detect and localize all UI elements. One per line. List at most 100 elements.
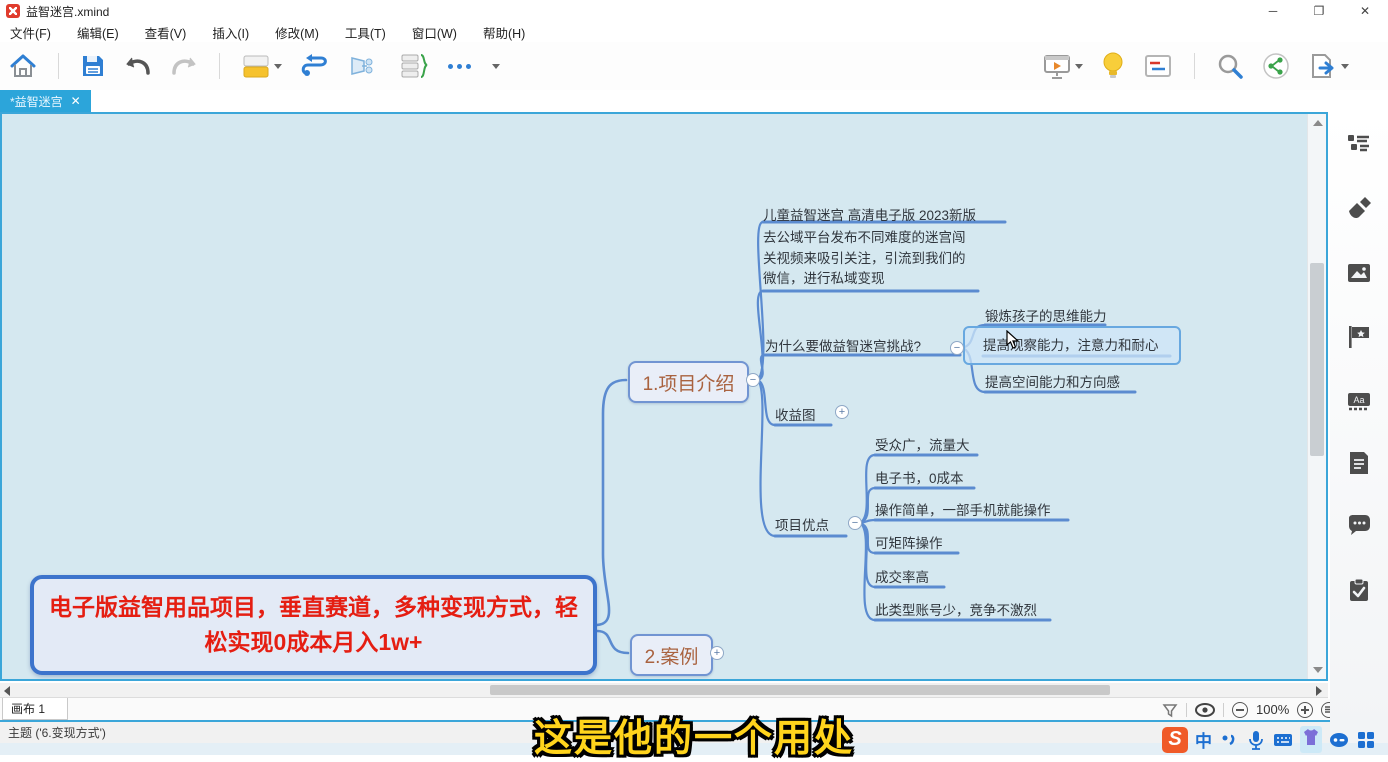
topic-why-maze-challenge[interactable]: 为什么要做益智迷宫挑战? — [765, 335, 921, 355]
search-button[interactable] — [1207, 49, 1253, 83]
topic-ebook-zero-cost[interactable]: 电子书，0成本 — [875, 467, 964, 487]
menu-window[interactable]: 窗口(W) — [412, 23, 457, 42]
sheet-tab-canvas1[interactable]: 画布 1 — [2, 698, 68, 720]
presentation-button[interactable] — [1033, 49, 1092, 83]
outline-panel-icon[interactable] — [1347, 133, 1371, 157]
filter-icon[interactable] — [1162, 702, 1178, 718]
notes-panel-icon[interactable] — [1347, 451, 1371, 475]
tab-yizhimigong[interactable]: *益智迷宫 ✕ — [0, 90, 91, 112]
menu-help[interactable]: 帮助(H) — [483, 23, 525, 42]
chevron-down-icon[interactable] — [274, 64, 282, 69]
scroll-right-icon[interactable] — [1316, 686, 1322, 696]
redo-button[interactable] — [161, 49, 207, 83]
restore-button[interactable]: ❐ — [1296, 0, 1342, 22]
title-bar: 益智迷宫.xmind ─ ❐ ✕ — [0, 0, 1388, 22]
topic-style-button[interactable] — [232, 49, 291, 83]
scroll-up-icon[interactable] — [1313, 120, 1323, 126]
menu-edit[interactable]: 编辑(E) — [77, 23, 119, 42]
zoom-in-button[interactable] — [1297, 702, 1313, 718]
vertical-scroll-thumb[interactable] — [1310, 263, 1324, 456]
topic-children-maze-edition[interactable]: 儿童益智迷宫 高清电子版 2023新版 — [763, 204, 976, 224]
label-aa-icon[interactable]: Aa — [1347, 389, 1371, 413]
menu-file[interactable]: 文件(F) — [10, 23, 51, 42]
menu-modify[interactable]: 修改(M) — [275, 23, 319, 42]
summary-button[interactable] — [339, 49, 389, 83]
microphone-icon[interactable] — [1246, 730, 1266, 750]
marker-flag-icon[interactable] — [1347, 325, 1371, 349]
branch-node-project-intro[interactable]: 1.项目介绍 — [628, 361, 749, 403]
idea-button[interactable] — [1092, 49, 1134, 83]
home-button[interactable] — [0, 49, 46, 83]
collapse-badge[interactable]: − — [950, 341, 964, 355]
toolbar-separator — [219, 53, 220, 79]
menu-tools[interactable]: 工具(T) — [345, 23, 386, 42]
image-panel-icon[interactable] — [1347, 261, 1371, 285]
branch-node-cases[interactable]: 2.案例 — [630, 634, 713, 676]
horizontal-scroll-thumb[interactable] — [490, 685, 1110, 695]
voice-punctuation-icon[interactable] — [1219, 730, 1239, 750]
share-button[interactable] — [1253, 49, 1299, 83]
collapse-badge[interactable]: − — [848, 516, 862, 530]
zoom-out-button[interactable] — [1232, 702, 1248, 718]
root-topic[interactable]: 电子版益智用品项目，垂直赛道，多种变现方式，轻松实现0成本月入1w+ — [30, 575, 597, 675]
close-button[interactable]: ✕ — [1342, 0, 1388, 22]
export-button[interactable] — [1299, 49, 1358, 83]
branch-node-label: 2.案例 — [645, 642, 699, 669]
scroll-left-icon[interactable] — [4, 686, 10, 696]
minimize-button[interactable]: ─ — [1250, 0, 1296, 22]
redo-icon — [170, 54, 198, 78]
right-sidebar: Aa — [1330, 112, 1388, 743]
save-button[interactable] — [71, 49, 115, 83]
emoji-robot-icon[interactable] — [1329, 730, 1349, 750]
soft-keyboard-icon[interactable] — [1273, 730, 1293, 750]
collapse-badge[interactable]: − — [746, 373, 760, 387]
topic-high-conversion[interactable]: 成交率高 — [875, 566, 929, 586]
home-icon — [9, 53, 37, 79]
ime-mode-toggle[interactable]: 中 — [1195, 727, 1212, 752]
settings-wrench-icon[interactable] — [1383, 730, 1388, 750]
chevron-down-icon[interactable] — [1341, 64, 1349, 69]
tab-close-icon[interactable]: ✕ — [71, 94, 81, 108]
chevron-down-icon[interactable] — [1075, 64, 1083, 69]
topic-low-competition[interactable]: 此类型账号少，竞争不激烈 — [875, 599, 1037, 619]
menu-insert[interactable]: 插入(I) — [212, 23, 249, 42]
topic-spatial-ability[interactable]: 提高空间能力和方向感 — [985, 371, 1120, 391]
relationship-icon — [300, 53, 330, 79]
sheet-tab-label: 画布 1 — [11, 700, 45, 717]
svg-text:Aa: Aa — [1353, 395, 1364, 405]
vertical-scrollbar[interactable] — [1307, 114, 1326, 679]
toolbox-grid-icon[interactable] — [1356, 730, 1376, 750]
zoom-level: 100% — [1256, 702, 1289, 717]
undo-button[interactable] — [115, 49, 161, 83]
eye-icon[interactable] — [1195, 703, 1215, 717]
comments-icon[interactable] — [1347, 514, 1371, 538]
notes-button[interactable] — [1134, 49, 1182, 83]
notes-icon — [1143, 53, 1173, 79]
mouse-cursor — [1005, 330, 1021, 350]
task-clipboard-icon[interactable] — [1347, 578, 1371, 602]
sogou-logo-icon[interactable]: S — [1162, 727, 1188, 753]
expand-badge[interactable]: + — [835, 405, 849, 419]
menu-view[interactable]: 查看(V) — [145, 23, 187, 42]
skin-shirt-icon[interactable] — [1301, 727, 1321, 747]
relationship-button[interactable] — [291, 49, 339, 83]
topic-project-advantages[interactable]: 项目优点 — [775, 514, 829, 534]
more-tools-button[interactable] — [439, 49, 480, 83]
share-icon — [1262, 52, 1290, 80]
topic-train-thinking[interactable]: 锻炼孩子的思维能力 — [985, 305, 1107, 325]
video-subtitle: 这是他的一个用处 — [534, 707, 854, 762]
scroll-down-icon[interactable] — [1313, 667, 1323, 673]
topic-revenue-chart[interactable]: 收益图 — [775, 404, 816, 424]
topic-public-platform-strategy[interactable]: 去公域平台发布不同难度的迷宫闯关视频来吸引关注，引流到我们的微信，进行私域变现 — [763, 228, 975, 290]
expand-badge[interactable]: + — [710, 646, 724, 660]
save-icon — [80, 53, 106, 79]
topic-matrix-operation[interactable]: 可矩阵操作 — [875, 532, 943, 552]
outline-brace-button[interactable] — [389, 49, 439, 83]
mindmap-canvas: 电子版益智用品项目，垂直赛道，多种变现方式，轻松实现0成本月入1w+ 1.项目介… — [0, 112, 1328, 681]
toolbar-separator — [1194, 53, 1195, 79]
more-tools-dropdown[interactable] — [480, 49, 509, 83]
format-brush-icon[interactable] — [1347, 197, 1371, 221]
topic-easy-operation[interactable]: 操作简单，一部手机就能操作 — [875, 499, 1051, 519]
topic-wide-audience[interactable]: 受众广，流量大 — [875, 434, 970, 454]
horizontal-scrollbar[interactable] — [0, 683, 1328, 697]
